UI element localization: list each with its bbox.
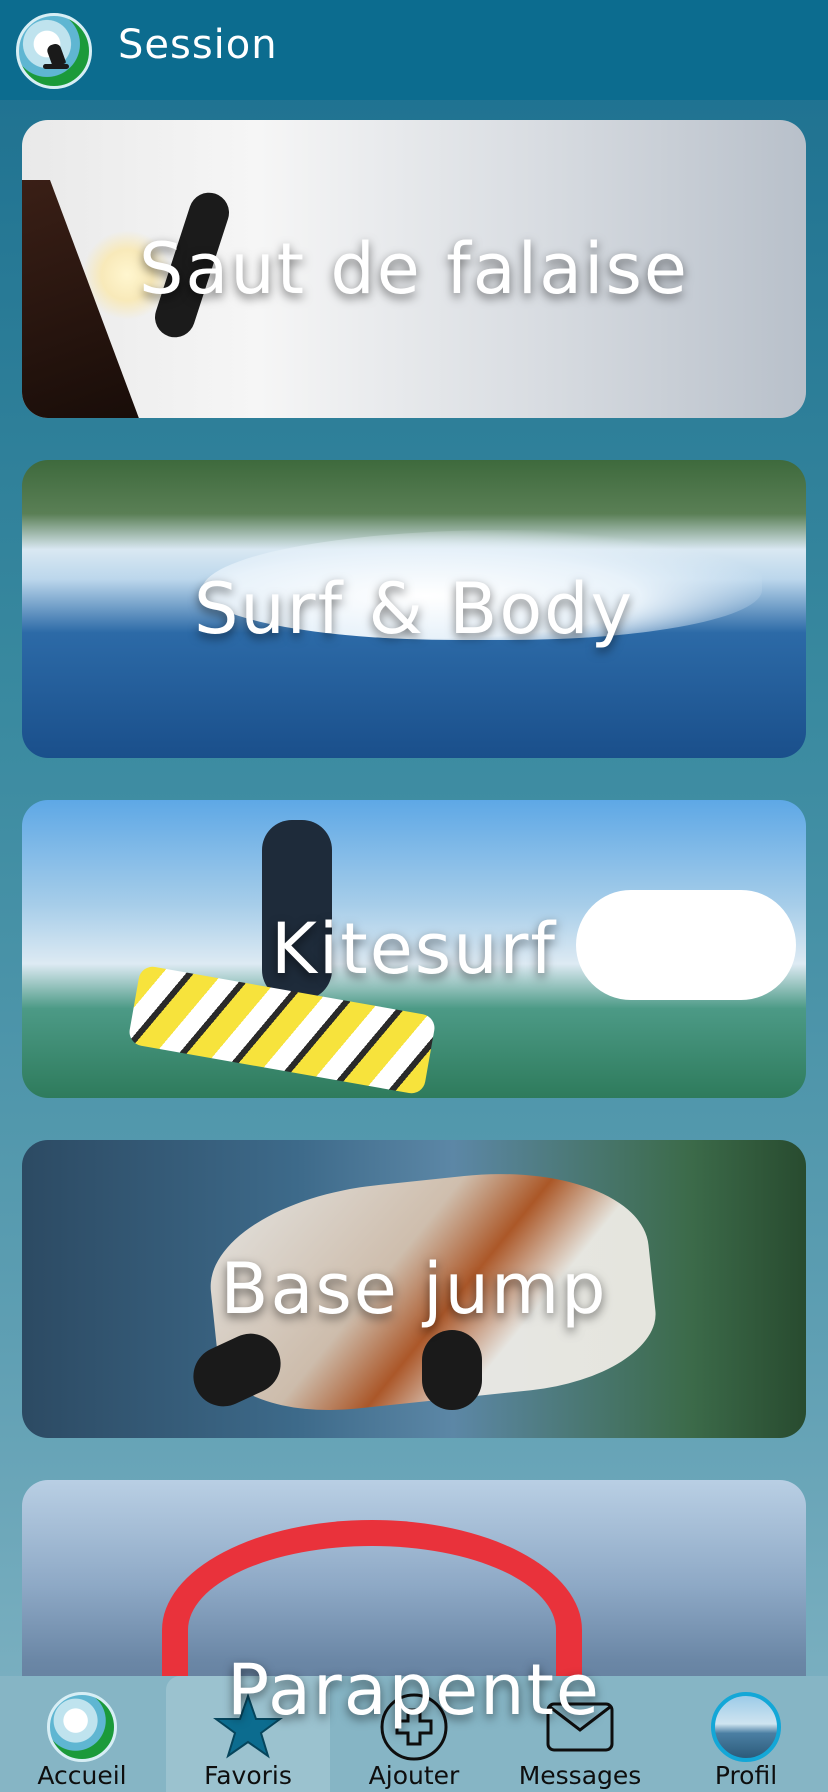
nav-label-messages: Messages	[518, 1761, 642, 1790]
home-logo-icon	[47, 1692, 117, 1762]
category-label: Surf & Body	[193, 568, 635, 650]
avatar	[711, 1692, 781, 1762]
category-label: Parapente	[226, 1649, 601, 1731]
nav-item-profil[interactable]: Profil	[664, 1676, 828, 1792]
category-card-surf-body[interactable]: Surf & Body	[22, 460, 806, 758]
nav-label-ajouter: Ajouter	[368, 1761, 460, 1790]
nav-label-accueil: Accueil	[37, 1761, 127, 1790]
category-card-saut-de-falaise[interactable]: Saut de falaise	[22, 120, 806, 418]
category-label: Saut de falaise	[138, 228, 689, 310]
category-label: Base jump	[220, 1248, 608, 1330]
nav-label-profil: Profil	[714, 1761, 778, 1790]
app-logo-icon[interactable]	[16, 13, 92, 89]
page-title: Session	[118, 22, 278, 68]
category-card-kitesurf[interactable]: Kitesurf	[22, 800, 806, 1098]
nav-item-accueil[interactable]: Accueil	[0, 1676, 164, 1792]
app-header: Session	[0, 0, 828, 100]
category-card-base-jump[interactable]: Base jump	[22, 1140, 806, 1438]
nav-label-favoris: Favoris	[204, 1761, 292, 1790]
category-label: Kitesurf	[270, 908, 558, 990]
